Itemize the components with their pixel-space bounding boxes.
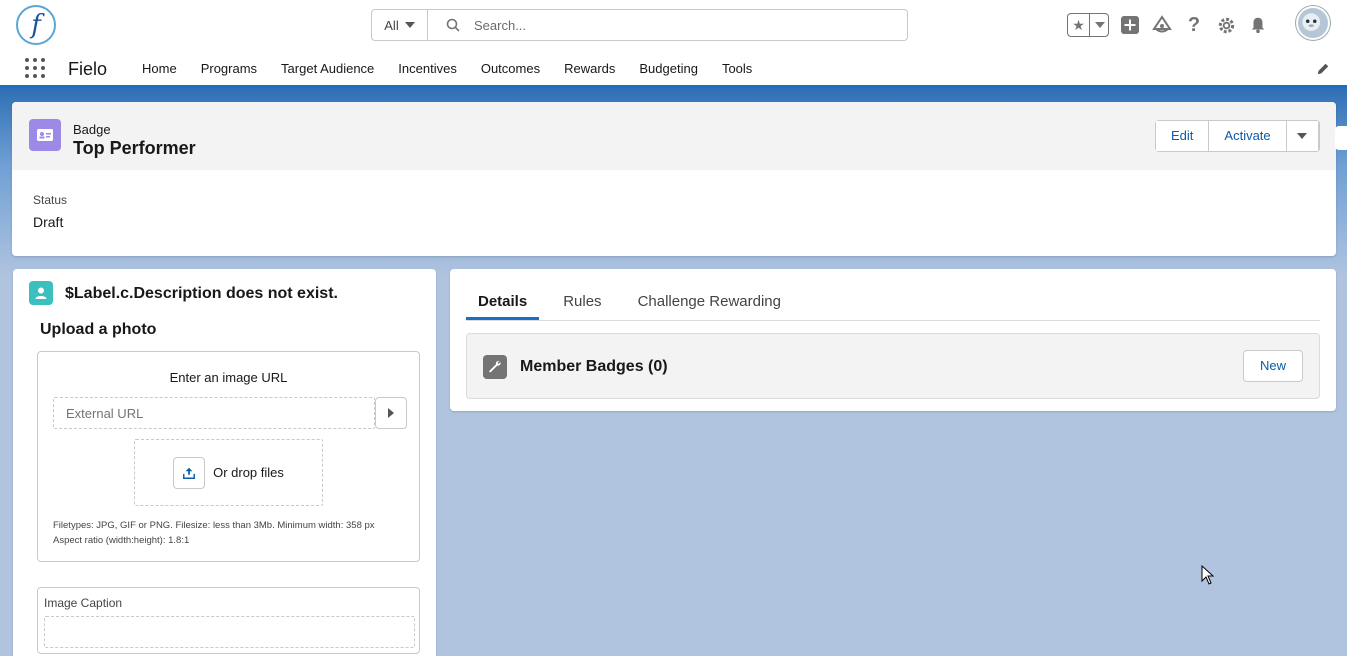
related-list-title: Member Badges (0) <box>520 358 668 375</box>
nav-item-programs[interactable]: Programs <box>189 50 269 88</box>
play-icon <box>388 408 394 418</box>
new-member-badge-button[interactable]: New <box>1243 350 1304 382</box>
record-title: Top Performer <box>73 138 196 158</box>
upload-photo-title: Upload a photo <box>40 321 157 338</box>
file-drop-zone[interactable]: Or drop files <box>134 439 323 506</box>
tab-challenge-rewarding[interactable]: Challenge Rewarding <box>626 285 793 320</box>
app-name: Fielo <box>68 59 108 79</box>
search-input[interactable] <box>474 17 874 33</box>
image-caption-input[interactable] <box>44 616 415 648</box>
help-line-aspect: Aspect ratio (width:height): 1.8:1 <box>53 535 190 546</box>
search-icon <box>446 18 460 32</box>
header-actions: ★ ? <box>1067 10 1269 40</box>
wrench-icon <box>483 355 507 379</box>
external-url-input[interactable] <box>53 397 375 429</box>
tab-details[interactable]: Details <box>466 285 540 320</box>
record-action-buttons: Edit Activate <box>1155 120 1320 152</box>
app-launcher-waffle-icon[interactable] <box>25 58 45 78</box>
record-tabs: Details Rules Challenge Rewarding <box>466 285 1320 321</box>
upload-help-text: Filetypes: JPG, GIF or PNG. Filesize: le… <box>53 518 413 548</box>
contact-icon <box>29 281 53 305</box>
nav-item-incentives[interactable]: Incentives <box>386 50 469 88</box>
nav-item-target-audience[interactable]: Target Audience <box>269 50 386 88</box>
upload-box: Enter an image URL Or drop files Filetyp… <box>37 351 420 562</box>
drop-files-text: Or drop files <box>213 465 284 480</box>
record-highlight-fields: Status Draft <box>12 170 1336 230</box>
search-scope-dropdown[interactable]: All <box>372 10 428 40</box>
app-nav-bar: Fielo Home Programs Target Audience Ince… <box>0 50 1347 88</box>
pencil-icon[interactable] <box>1316 62 1332 78</box>
favorites-button[interactable]: ★ <box>1067 13 1109 37</box>
image-upload-card: $Label.c.Description does not exist. Upl… <box>13 269 436 656</box>
upload-icon <box>183 467 196 479</box>
record-object-type: Badge <box>73 122 111 137</box>
help-icon[interactable]: ? <box>1183 14 1205 36</box>
help-line-filetypes: Filetypes: JPG, GIF or PNG. Filesize: le… <box>53 520 375 531</box>
edit-button[interactable]: Edit <box>1156 121 1210 151</box>
upload-button[interactable] <box>173 456 206 489</box>
add-icon[interactable] <box>1119 14 1141 36</box>
search-scope-label: All <box>384 17 399 33</box>
more-actions-button[interactable] <box>1286 121 1319 151</box>
status-value: Draft <box>33 214 64 230</box>
trailhead-icon[interactable] <box>1151 14 1173 36</box>
badge-icon <box>29 119 61 151</box>
chevron-down-icon <box>1095 22 1105 28</box>
user-avatar[interactable] <box>1296 6 1330 40</box>
nav-item-home[interactable]: Home <box>130 50 189 88</box>
tab-rules[interactable]: Rules <box>551 285 613 320</box>
nav-items: Home Programs Target Audience Incentives… <box>130 50 764 88</box>
submit-url-button[interactable] <box>375 397 407 429</box>
image-caption-section: Image Caption <box>37 587 420 654</box>
nav-item-outcomes[interactable]: Outcomes <box>469 50 552 88</box>
record-highlights-panel: Badge Top Performer Edit Activate Status… <box>12 102 1336 256</box>
search-field <box>428 10 907 40</box>
image-url-label: Enter an image URL <box>169 370 288 385</box>
chevron-down-icon <box>1297 133 1308 139</box>
nav-item-budgeting[interactable]: Budgeting <box>627 50 710 88</box>
status-label: Status <box>33 193 68 207</box>
logo-letter: f <box>31 10 41 40</box>
chevron-down-icon <box>404 22 415 28</box>
setup-gear-icon[interactable] <box>1215 14 1237 36</box>
activate-button[interactable]: Activate <box>1209 121 1287 151</box>
app-logo[interactable]: f <box>16 5 56 45</box>
record-tabs-card: Details Rules Challenge Rewarding Member… <box>450 269 1336 411</box>
related-list-member-badges: Member Badges (0) New <box>466 333 1320 399</box>
card-title: $Label.c.Description does not exist. <box>65 285 338 302</box>
global-header: f All ★ ? <box>0 0 1347 50</box>
mouse-cursor-icon <box>1201 565 1215 585</box>
notification-bell-icon[interactable] <box>1247 14 1269 36</box>
nav-item-tools[interactable]: Tools <box>710 50 764 88</box>
nav-item-rewards[interactable]: Rewards <box>552 50 627 88</box>
record-header-top: Badge Top Performer Edit Activate <box>12 102 1336 170</box>
global-search: All <box>371 9 908 41</box>
utility-side-tab[interactable] <box>1335 126 1347 150</box>
image-caption-label: Image Caption <box>44 596 123 610</box>
favorites-star-icon: ★ <box>1068 14 1090 36</box>
